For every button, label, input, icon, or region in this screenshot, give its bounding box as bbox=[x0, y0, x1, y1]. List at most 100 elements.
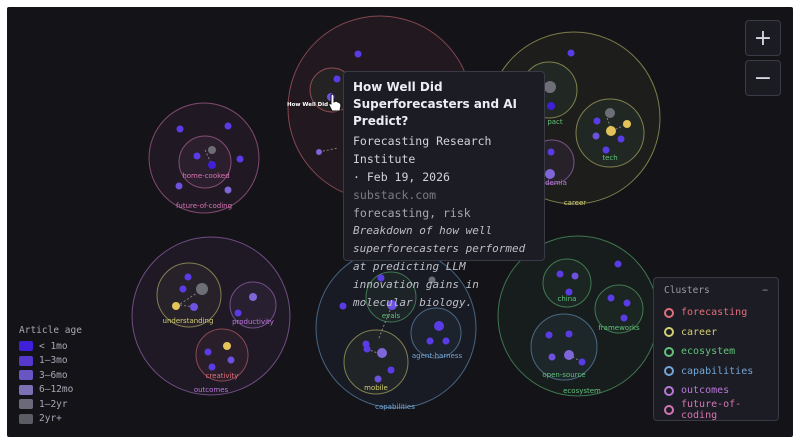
label-evals: evals bbox=[382, 312, 401, 320]
article-node[interactable] bbox=[567, 49, 575, 57]
zoom-out-button[interactable]: − bbox=[745, 60, 781, 96]
cluster-item-career[interactable]: career bbox=[664, 323, 768, 343]
article-node[interactable] bbox=[208, 363, 216, 371]
age-swatch bbox=[19, 370, 33, 381]
cluster-item-label: ecosystem bbox=[681, 346, 736, 358]
article-node[interactable] bbox=[387, 366, 395, 374]
tooltip-summary: Breakdown of how well superforecasters p… bbox=[353, 224, 526, 309]
subcluster-agent-harness bbox=[410, 307, 462, 359]
age-label: 1–3mo bbox=[39, 355, 68, 367]
article-node[interactable] bbox=[204, 348, 212, 356]
article-node[interactable] bbox=[339, 302, 347, 310]
cluster-item-label: future-of-coding bbox=[681, 399, 742, 422]
cluster-item-ecosystem[interactable]: ecosystem bbox=[664, 342, 768, 362]
article-node[interactable] bbox=[193, 152, 201, 160]
article-node[interactable] bbox=[556, 270, 564, 278]
article-node[interactable] bbox=[547, 148, 555, 156]
article-node[interactable] bbox=[426, 337, 434, 345]
cluster-color-icon bbox=[664, 385, 674, 396]
article-node[interactable] bbox=[548, 353, 556, 361]
hand-cursor-icon bbox=[328, 93, 342, 112]
age-legend-row: 2yr+ bbox=[19, 412, 82, 427]
tooltip-date: · Feb 19, 2026 bbox=[353, 170, 450, 184]
article-node[interactable] bbox=[179, 285, 187, 293]
article-node[interactable] bbox=[190, 303, 198, 311]
article-node[interactable] bbox=[606, 126, 616, 136]
zoom-in-button[interactable]: + bbox=[745, 20, 781, 56]
graph-canvas[interactable]: future-of-coding home-cooked outcomes under… bbox=[7, 7, 793, 437]
article-node[interactable] bbox=[236, 155, 244, 163]
article-node[interactable] bbox=[592, 132, 600, 140]
article-node[interactable] bbox=[623, 120, 631, 128]
article-node[interactable] bbox=[605, 108, 615, 118]
article-node[interactable] bbox=[614, 260, 622, 268]
article-node[interactable] bbox=[175, 182, 183, 190]
age-legend-row: 1–2yr bbox=[19, 397, 82, 412]
article-node[interactable] bbox=[316, 149, 322, 155]
label-frameworks: frameworks bbox=[598, 324, 640, 332]
article-node[interactable] bbox=[208, 146, 216, 154]
tooltip-domain: substack.com bbox=[353, 188, 437, 202]
article-node[interactable] bbox=[224, 186, 232, 194]
article-node[interactable] bbox=[565, 288, 573, 296]
article-node[interactable] bbox=[565, 330, 573, 338]
article-node[interactable] bbox=[571, 272, 579, 280]
article-node[interactable] bbox=[223, 342, 231, 350]
cluster-item-capabilities[interactable]: capabilities bbox=[664, 362, 768, 382]
article-node[interactable] bbox=[196, 283, 208, 295]
cluster-item-outcomes[interactable]: outcomes bbox=[664, 381, 768, 401]
article-node[interactable] bbox=[623, 299, 631, 307]
label-capabilities: capabilities bbox=[375, 403, 415, 411]
subcluster-home-cooked bbox=[178, 135, 232, 189]
article-node[interactable] bbox=[607, 294, 615, 302]
label-impact: pact bbox=[547, 118, 563, 126]
article-node[interactable] bbox=[544, 81, 556, 93]
cluster-item-label: outcomes bbox=[681, 385, 730, 397]
article-node[interactable] bbox=[593, 117, 601, 125]
label-open-source: open-source bbox=[542, 371, 585, 379]
article-node[interactable] bbox=[224, 122, 232, 130]
article-node[interactable] bbox=[545, 169, 555, 179]
label-creativity: creativity bbox=[206, 372, 239, 380]
article-node[interactable] bbox=[333, 75, 341, 83]
article-node[interactable] bbox=[176, 125, 184, 133]
clusters-title: Clusters bbox=[664, 285, 710, 296]
article-node[interactable] bbox=[354, 50, 362, 58]
article-node[interactable] bbox=[377, 348, 387, 358]
article-age-legend: Article age < 1mo 1–3mo 3–6mo 6–12mo 1–2… bbox=[19, 325, 82, 426]
article-node[interactable] bbox=[620, 314, 628, 322]
article-node[interactable] bbox=[547, 102, 555, 110]
article-node[interactable] bbox=[249, 293, 257, 301]
cluster-item-forecasting[interactable]: forecasting bbox=[664, 303, 768, 323]
age-label: 1–2yr bbox=[39, 398, 68, 410]
article-node[interactable] bbox=[617, 135, 625, 143]
age-label: < 1mo bbox=[39, 340, 68, 352]
cluster-color-icon bbox=[664, 366, 674, 377]
tooltip-tags: forecasting, risk bbox=[353, 206, 471, 220]
article-node[interactable] bbox=[374, 375, 382, 383]
article-node[interactable] bbox=[184, 273, 192, 281]
tooltip-source: Forecasting Research Institute bbox=[353, 134, 492, 166]
age-swatch bbox=[19, 413, 33, 424]
age-legend-row: 3–6mo bbox=[19, 368, 82, 383]
article-node[interactable] bbox=[602, 146, 610, 154]
article-node[interactable] bbox=[208, 161, 216, 169]
article-node[interactable] bbox=[234, 309, 242, 317]
cluster-item-label: career bbox=[681, 326, 718, 338]
cluster-item-future-of-coding[interactable]: future-of-coding bbox=[664, 399, 768, 422]
article-node[interactable] bbox=[434, 321, 444, 331]
article-node[interactable] bbox=[564, 350, 574, 360]
label-understanding: understanding bbox=[163, 317, 214, 325]
article-node[interactable] bbox=[578, 358, 586, 366]
cluster-item-label: forecasting bbox=[681, 307, 748, 319]
age-swatch bbox=[19, 399, 33, 410]
article-node[interactable] bbox=[442, 337, 450, 345]
label-productivity: productivity bbox=[232, 318, 274, 326]
article-node[interactable] bbox=[545, 331, 553, 339]
article-node[interactable] bbox=[172, 302, 180, 310]
label-agent-harness: agent-harness bbox=[412, 352, 463, 360]
article-node[interactable] bbox=[227, 356, 235, 364]
article-node[interactable] bbox=[363, 345, 371, 353]
collapse-button[interactable]: − bbox=[762, 285, 768, 296]
cluster-color-icon bbox=[664, 346, 674, 357]
